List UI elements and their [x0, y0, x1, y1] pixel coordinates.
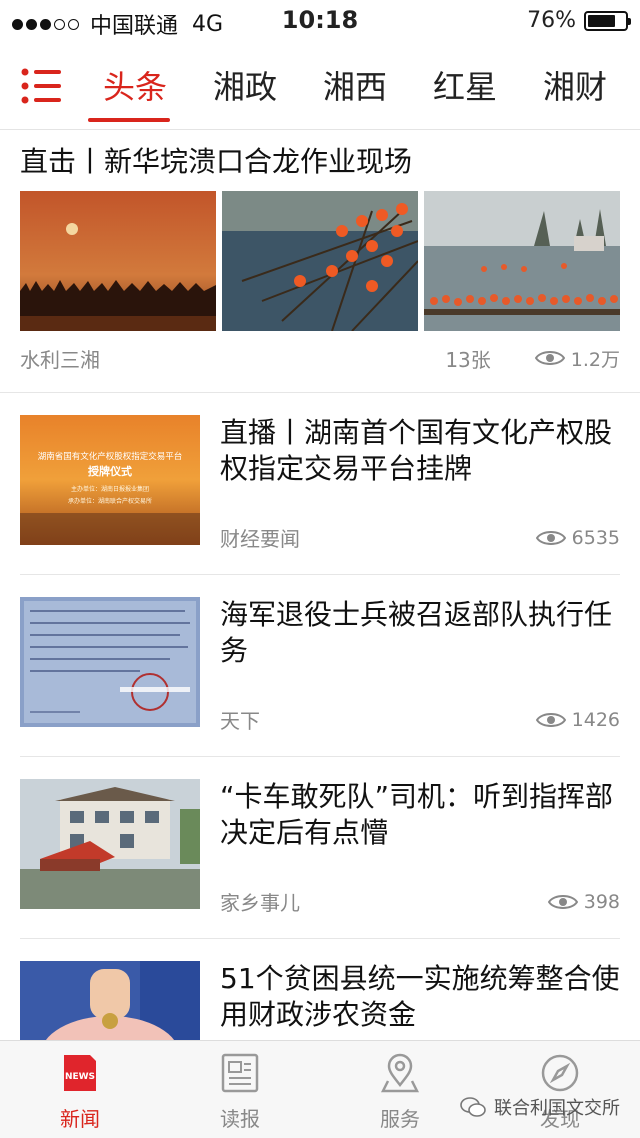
thumb-line2: 授牌仪式 — [88, 464, 132, 478]
eye-icon — [535, 712, 566, 727]
article-views: 1426 — [571, 708, 620, 731]
battery-icon — [584, 10, 631, 31]
tab-xiangcai[interactable]: 湘财 — [520, 44, 630, 130]
news-feed: 直击丨新华垸溃口合龙作业现场 水利三湘 13张 1.2万 湖南省国有文化产权股权… — [0, 131, 640, 1121]
newspaper-icon — [221, 1053, 259, 1093]
article-source: 天下 — [220, 709, 260, 733]
article-title: “卡车敢死队”司机：听到指挥部决定后有点懵 — [220, 780, 614, 849]
location-pin-icon — [380, 1053, 420, 1093]
battery-percent: 76% — [527, 8, 576, 33]
bottom-tab-discover[interactable]: 发现 — [480, 1041, 640, 1138]
article-thumbnail — [20, 779, 200, 909]
status-bar: 中国联通 4G 10:18 76% — [0, 0, 640, 44]
compass-icon — [541, 1054, 579, 1092]
article-source: 财经要闻 — [220, 527, 300, 551]
article-views: 6535 — [571, 526, 620, 549]
thumb-line1: 湖南省国有文化产权股权指定交易平台 — [38, 451, 183, 462]
gallery-photo-sunset-crowd — [20, 191, 216, 331]
article-title: 51个贫困县统一实施统筹整合使用财政涉农资金 — [220, 962, 620, 1031]
tab-xiangxi[interactable]: 湘西 — [300, 44, 410, 130]
bottom-tab-newspaper[interactable]: 读报 — [160, 1041, 320, 1138]
bottom-tab-bar: NEWS 新闻 读报 服务 发现 — [0, 1040, 640, 1138]
article-title: 海军退役士兵被召返部队执行任务 — [220, 598, 613, 667]
article-source: 家乡事儿 — [220, 891, 300, 915]
gallery-card[interactable]: 直击丨新华垸溃口合龙作业现场 水利三湘 13张 1.2万 — [0, 131, 640, 393]
thumb-line3: 主办单位：湖南日报报业集团 — [71, 485, 149, 493]
channel-nav: 头条 湘政 湘西 红星 湘财 — [0, 44, 640, 130]
eye-icon — [535, 530, 566, 545]
tab-toutiao[interactable]: 头条 — [80, 44, 190, 130]
gallery-views: 1.2万 — [570, 348, 620, 371]
gallery-title: 直击丨新华垸溃口合龙作业现场 — [20, 145, 413, 178]
tab-xiangzheng[interactable]: 湘政 — [190, 44, 300, 130]
gallery-photo-rescue-line — [424, 191, 620, 331]
article-title: 直播丨湖南首个国有文化产权股权指定交易平台挂牌 — [220, 416, 613, 485]
news-badge-label: NEWS — [65, 1072, 95, 1082]
tab-hongxing[interactable]: 红星 — [410, 44, 520, 130]
bottom-tab-label: 服务 — [380, 1107, 420, 1131]
gallery-photo-workers-bamboo — [222, 191, 418, 331]
thumb-line4: 承办单位：湖南联合产权交易所 — [68, 497, 152, 505]
eye-icon — [534, 351, 565, 365]
eye-icon — [547, 894, 578, 909]
news-icon: NEWS — [64, 1055, 96, 1091]
wechat-watermark: 联合利国文交所 — [460, 1094, 620, 1120]
gallery-source: 水利三湘 — [20, 347, 100, 372]
menu-icon[interactable] — [20, 66, 62, 106]
bottom-tab-label: 新闻 — [60, 1107, 100, 1131]
article-views: 398 — [583, 890, 620, 913]
watermark-text: 联合利国文交所 — [494, 1098, 620, 1119]
article-thumbnail: 湖南省国有文化产权股权指定交易平台 授牌仪式 主办单位：湖南日报报业集团 承办单… — [20, 415, 200, 545]
wechat-icon — [460, 1097, 486, 1117]
list-item[interactable]: 湖南省国有文化产权股权指定交易平台 授牌仪式 主办单位：湖南日报报业集团 承办单… — [20, 393, 620, 575]
list-item[interactable]: 海军退役士兵被召返部队执行任务 天下 1426 — [20, 575, 620, 757]
bottom-tab-label: 读报 — [220, 1107, 260, 1131]
bottom-tab-news[interactable]: NEWS 新闻 — [0, 1041, 160, 1138]
article-thumbnail — [20, 597, 200, 727]
list-item[interactable]: “卡车敢死队”司机：听到指挥部决定后有点懵 家乡事儿 398 — [20, 757, 620, 939]
gallery-photo-count: 13张 — [445, 347, 491, 372]
bottom-tab-service[interactable]: 服务 — [320, 1041, 480, 1138]
